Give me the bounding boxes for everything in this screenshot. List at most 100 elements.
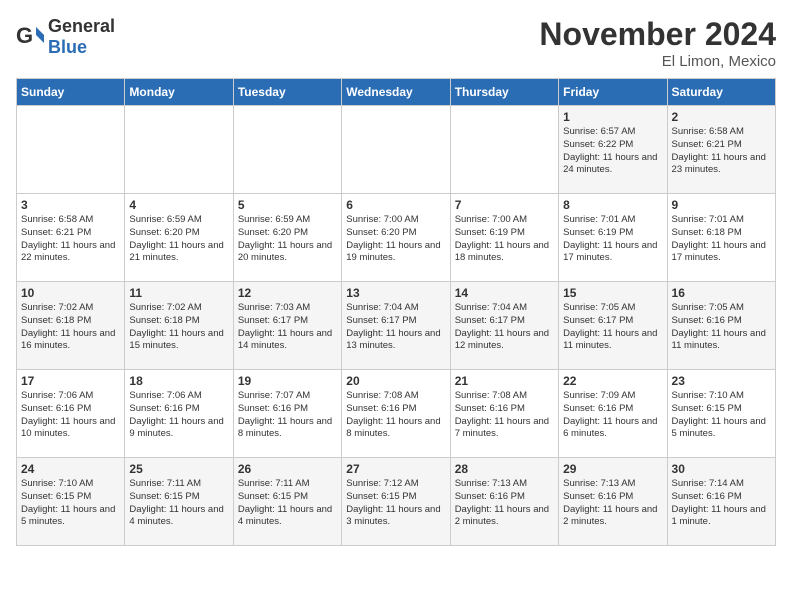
cell-info: Sunrise: 7:03 AM Sunset: 6:17 PM Dayligh… bbox=[238, 302, 337, 353]
cell-info: Sunrise: 7:02 AM Sunset: 6:18 PM Dayligh… bbox=[129, 302, 228, 353]
weekday-header-thursday: Thursday bbox=[450, 79, 558, 106]
calendar-cell bbox=[450, 106, 558, 194]
calendar-cell: 5 Sunrise: 6:59 AM Sunset: 6:20 PM Daylig… bbox=[233, 194, 341, 282]
calendar-cell: 17 Sunrise: 7:06 AM Sunset: 6:16 PM Dayli… bbox=[17, 370, 125, 458]
day-number: 2 bbox=[672, 110, 771, 124]
cell-info: Sunrise: 6:58 AM Sunset: 6:21 PM Dayligh… bbox=[21, 214, 120, 265]
day-number: 22 bbox=[563, 374, 662, 388]
day-number: 7 bbox=[455, 198, 554, 212]
calendar-cell: 10 Sunrise: 7:02 AM Sunset: 6:18 PM Dayli… bbox=[17, 282, 125, 370]
calendar-cell bbox=[233, 106, 341, 194]
calendar-cell: 3 Sunrise: 6:58 AM Sunset: 6:21 PM Daylig… bbox=[17, 194, 125, 282]
cell-info: Sunrise: 7:04 AM Sunset: 6:17 PM Dayligh… bbox=[346, 302, 445, 353]
day-number: 5 bbox=[238, 198, 337, 212]
cell-info: Sunrise: 7:08 AM Sunset: 6:16 PM Dayligh… bbox=[346, 390, 445, 441]
title-area: November 2024 El Limon, Mexico bbox=[539, 16, 776, 70]
cell-info: Sunrise: 7:00 AM Sunset: 6:19 PM Dayligh… bbox=[455, 214, 554, 265]
day-number: 13 bbox=[346, 286, 445, 300]
cell-info: Sunrise: 7:10 AM Sunset: 6:15 PM Dayligh… bbox=[21, 478, 120, 529]
weekday-header-friday: Friday bbox=[559, 79, 667, 106]
logo-icon: G bbox=[16, 23, 44, 51]
calendar-cell: 26 Sunrise: 7:11 AM Sunset: 6:15 PM Dayli… bbox=[233, 458, 341, 546]
cell-info: Sunrise: 7:11 AM Sunset: 6:15 PM Dayligh… bbox=[238, 478, 337, 529]
weekday-header-sunday: Sunday bbox=[17, 79, 125, 106]
day-number: 25 bbox=[129, 462, 228, 476]
cell-info: Sunrise: 7:01 AM Sunset: 6:18 PM Dayligh… bbox=[672, 214, 771, 265]
calendar-cell bbox=[17, 106, 125, 194]
calendar-cell: 12 Sunrise: 7:03 AM Sunset: 6:17 PM Dayli… bbox=[233, 282, 341, 370]
cell-info: Sunrise: 7:06 AM Sunset: 6:16 PM Dayligh… bbox=[129, 390, 228, 441]
cell-info: Sunrise: 6:57 AM Sunset: 6:22 PM Dayligh… bbox=[563, 126, 662, 177]
logo-general: General bbox=[48, 16, 115, 36]
calendar-cell: 27Sunrise: 7:12 AM Sunset: 6:15 PM Dayli… bbox=[342, 458, 450, 546]
header-area: G General Blue November 2024 El Limon, M… bbox=[16, 16, 776, 70]
weekday-header-tuesday: Tuesday bbox=[233, 79, 341, 106]
day-number: 11 bbox=[129, 286, 228, 300]
calendar-cell: 19 Sunrise: 7:07 AM Sunset: 6:16 PM Dayli… bbox=[233, 370, 341, 458]
day-number: 24 bbox=[21, 462, 120, 476]
calendar-cell: 8 Sunrise: 7:01 AM Sunset: 6:19 PM Daylig… bbox=[559, 194, 667, 282]
logo: G General Blue bbox=[16, 16, 115, 58]
day-number: 17 bbox=[21, 374, 120, 388]
calendar-cell: 22 Sunrise: 7:09 AM Sunset: 6:16 PM Dayli… bbox=[559, 370, 667, 458]
calendar-cell bbox=[342, 106, 450, 194]
day-number: 16 bbox=[672, 286, 771, 300]
cell-info: Sunrise: 7:05 AM Sunset: 6:17 PM Dayligh… bbox=[563, 302, 662, 353]
day-number: 1 bbox=[563, 110, 662, 124]
day-number: 20 bbox=[346, 374, 445, 388]
day-number: 4 bbox=[129, 198, 228, 212]
cell-info: Sunrise: 7:10 AM Sunset: 6:15 PM Dayligh… bbox=[672, 390, 771, 441]
weekday-header-saturday: Saturday bbox=[667, 79, 775, 106]
day-number: 26 bbox=[238, 462, 337, 476]
day-number: 29 bbox=[563, 462, 662, 476]
cell-info: Sunrise: 7:06 AM Sunset: 6:16 PM Dayligh… bbox=[21, 390, 120, 441]
calendar-cell: 7 Sunrise: 7:00 AM Sunset: 6:19 PM Daylig… bbox=[450, 194, 558, 282]
cell-info: Sunrise: 7:01 AM Sunset: 6:19 PM Dayligh… bbox=[563, 214, 662, 265]
svg-text:G: G bbox=[16, 23, 33, 48]
day-number: 15 bbox=[563, 286, 662, 300]
calendar-cell: 20 Sunrise: 7:08 AM Sunset: 6:16 PM Dayli… bbox=[342, 370, 450, 458]
cell-info: Sunrise: 7:13 AM Sunset: 6:16 PM Dayligh… bbox=[455, 478, 554, 529]
cell-info: Sunrise: 7:14 AM Sunset: 6:16 PM Dayligh… bbox=[672, 478, 771, 529]
calendar-cell: 9 Sunrise: 7:01 AM Sunset: 6:18 PM Daylig… bbox=[667, 194, 775, 282]
day-number: 18 bbox=[129, 374, 228, 388]
weekday-header-monday: Monday bbox=[125, 79, 233, 106]
calendar-cell bbox=[125, 106, 233, 194]
cell-info: Sunrise: 7:08 AM Sunset: 6:16 PM Dayligh… bbox=[455, 390, 554, 441]
cell-info: Sunrise: 7:13 AM Sunset: 6:16 PM Dayligh… bbox=[563, 478, 662, 529]
cell-info: Sunrise: 7:11 AM Sunset: 6:15 PM Dayligh… bbox=[129, 478, 228, 529]
day-number: 19 bbox=[238, 374, 337, 388]
day-number: 8 bbox=[563, 198, 662, 212]
day-number: 14 bbox=[455, 286, 554, 300]
calendar-cell: 11 Sunrise: 7:02 AM Sunset: 6:18 PM Dayli… bbox=[125, 282, 233, 370]
day-number: 3 bbox=[21, 198, 120, 212]
day-number: 10 bbox=[21, 286, 120, 300]
calendar-cell: 4Sunrise: 6:59 AM Sunset: 6:20 PM Daylig… bbox=[125, 194, 233, 282]
calendar-cell: 6Sunrise: 7:00 AM Sunset: 6:20 PM Daylig… bbox=[342, 194, 450, 282]
calendar-cell: 16Sunrise: 7:05 AM Sunset: 6:16 PM Dayli… bbox=[667, 282, 775, 370]
day-number: 12 bbox=[238, 286, 337, 300]
calendar-cell: 28Sunrise: 7:13 AM Sunset: 6:16 PM Dayli… bbox=[450, 458, 558, 546]
calendar-cell: 14Sunrise: 7:04 AM Sunset: 6:17 PM Dayli… bbox=[450, 282, 558, 370]
cell-info: Sunrise: 7:02 AM Sunset: 6:18 PM Dayligh… bbox=[21, 302, 120, 353]
day-number: 27 bbox=[346, 462, 445, 476]
location-title: El Limon, Mexico bbox=[539, 53, 776, 70]
day-number: 23 bbox=[672, 374, 771, 388]
calendar-cell: 18 Sunrise: 7:06 AM Sunset: 6:16 PM Dayli… bbox=[125, 370, 233, 458]
calendar-cell: 2 Sunrise: 6:58 AM Sunset: 6:21 PM Daylig… bbox=[667, 106, 775, 194]
cell-info: Sunrise: 6:58 AM Sunset: 6:21 PM Dayligh… bbox=[672, 126, 771, 177]
cell-info: Sunrise: 6:59 AM Sunset: 6:20 PM Dayligh… bbox=[238, 214, 337, 265]
day-number: 6 bbox=[346, 198, 445, 212]
calendar-cell: 21 Sunrise: 7:08 AM Sunset: 6:16 PM Dayli… bbox=[450, 370, 558, 458]
cell-info: Sunrise: 7:07 AM Sunset: 6:16 PM Dayligh… bbox=[238, 390, 337, 441]
calendar-cell: 23 Sunrise: 7:10 AM Sunset: 6:15 PM Dayli… bbox=[667, 370, 775, 458]
calendar-cell: 15 Sunrise: 7:05 AM Sunset: 6:17 PM Dayli… bbox=[559, 282, 667, 370]
calendar-cell: 1 Sunrise: 6:57 AM Sunset: 6:22 PM Daylig… bbox=[559, 106, 667, 194]
day-number: 21 bbox=[455, 374, 554, 388]
day-number: 9 bbox=[672, 198, 771, 212]
cell-info: Sunrise: 7:09 AM Sunset: 6:16 PM Dayligh… bbox=[563, 390, 662, 441]
logo-blue: Blue bbox=[48, 37, 87, 57]
calendar-cell: 30Sunrise: 7:14 AM Sunset: 6:16 PM Dayli… bbox=[667, 458, 775, 546]
month-title: November 2024 bbox=[539, 16, 776, 53]
calendar-cell: 13 Sunrise: 7:04 AM Sunset: 6:17 PM Dayli… bbox=[342, 282, 450, 370]
